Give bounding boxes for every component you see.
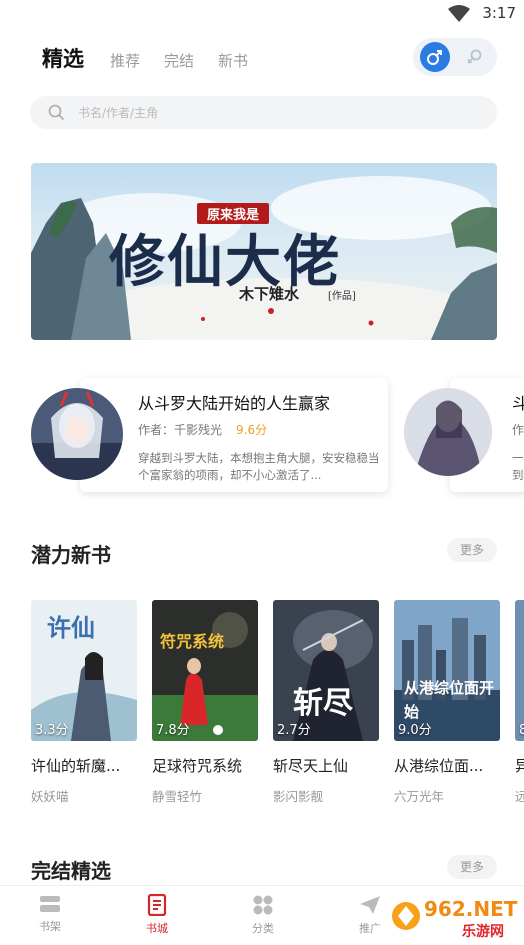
book-name: 许仙的斩魔... [31, 757, 121, 775]
book-card-partial[interactable]: 8 异 远 [515, 600, 524, 805]
section-title-finished: 完结精选 [31, 859, 111, 883]
book-name: 异 [515, 757, 524, 775]
featured-meta: 作者：千影残光 9.6分 [138, 421, 267, 438]
cover-title: 许仙 [47, 613, 95, 642]
featured-cover[interactable] [31, 388, 123, 480]
book-author: 静雪轻竹 [152, 789, 203, 804]
nav-label: 书城 [146, 922, 168, 935]
book-cover[interactable]: 斩尽 2.7分 [273, 600, 379, 741]
book-cover[interactable]: 从港综位面开始 9.0分 [394, 600, 500, 741]
book-author: 影闪影靓 [273, 789, 324, 804]
more-button-finished[interactable]: 更多 [447, 855, 497, 879]
bookshelf-icon [40, 896, 60, 912]
book-author: 六万光年 [394, 789, 445, 804]
watermark-text: 962.NET [424, 897, 518, 921]
category-icon [253, 895, 273, 915]
nav-label: 分类 [252, 922, 274, 935]
search-input[interactable] [78, 96, 478, 129]
search-bar[interactable] [30, 96, 497, 129]
book-rating: 2.7分 [277, 723, 311, 738]
tab-finished[interactable]: 完结 [164, 48, 194, 74]
tab-new[interactable]: 新书 [218, 48, 248, 74]
watermark-logo: 962.NET 乐游网 [388, 892, 522, 942]
book-cover[interactable]: 许仙 3.3分 [31, 600, 137, 741]
book-cover[interactable]: 8 [515, 600, 524, 741]
featured-card[interactable]: 从斗罗大陆开始的人生赢家 作者：千影残光 9.6分 穿越到斗罗大陆，本想抱主角大腿… [80, 378, 388, 492]
wifi-icon [448, 5, 470, 22]
more-button-potential[interactable]: 更多 [447, 538, 497, 562]
cover-title: 斩尽 [293, 686, 353, 721]
nav-category[interactable]: 分类 [233, 894, 293, 936]
featured-cover-next[interactable] [404, 388, 492, 476]
status-bar: 3:17 [0, 0, 524, 28]
book-card[interactable]: 斩尽 2.7分 斩尽天上仙 影闪影靓 [273, 600, 379, 805]
book-name: 斩尽天上仙 [273, 757, 349, 775]
female-icon[interactable] [459, 42, 489, 72]
book-name: 从港综位面... [394, 757, 484, 775]
bookstore-icon [147, 894, 167, 916]
top-tabs: 精选 推荐 完结 新书 [42, 42, 272, 74]
featured-carousel[interactable]: 从斗罗大陆开始的人生赢家 作者：千影残光 9.6分 穿越到斗罗大陆，本想抱主角大腿… [0, 372, 524, 496]
tab-recommend[interactable]: 推荐 [110, 48, 140, 74]
promote-icon [360, 896, 380, 914]
male-icon[interactable] [420, 42, 450, 72]
cover-title: 符咒系统 [160, 632, 225, 651]
banner-title: 修仙大佬 [109, 229, 341, 295]
book-card[interactable]: 从港综位面开始 9.0分 从港综位面... 六万光年 [394, 600, 500, 805]
featured-title: 斗 [512, 394, 524, 413]
featured-desc: 穿越到斗罗大陆，本想抱主角大腿，安安稳稳当个富家翁的项雨，却不小心激活了... [138, 451, 380, 482]
nav-bookshelf[interactable]: 书架 [20, 894, 80, 934]
section-title-potential: 潜力新书 [31, 543, 111, 567]
featured-desc: 一 到 [512, 451, 524, 482]
book-card[interactable]: 符咒系统 7.8分 足球符咒系统 静雪轻竹 [152, 600, 258, 805]
tab-featured[interactable]: 精选 [42, 44, 84, 74]
search-icon [48, 104, 65, 121]
banner-text: 原来我是 修仙大佬 木下雉水 [作品] [31, 163, 497, 340]
book-rating: 7.8分 [156, 723, 190, 738]
nav-label: 书架 [39, 920, 61, 933]
book-rating: 8 [519, 723, 524, 738]
clock: 3:17 [482, 4, 516, 22]
promo-banner[interactable]: 原来我是 修仙大佬 木下雉水 [作品] [31, 163, 497, 340]
book-rating: 3.3分 [35, 723, 69, 738]
featured-score: 9.6分 [236, 423, 268, 437]
book-cover[interactable]: 符咒系统 7.8分 [152, 600, 258, 741]
featured-author: 千影残光 [174, 423, 223, 437]
featured-meta: 作 [512, 423, 524, 437]
cover-title: 从港综位面开始 [404, 679, 495, 721]
watermark-sub: 乐游网 [462, 923, 504, 940]
book-card[interactable]: 许仙 3.3分 许仙的斩魔... 妖妖喵 [31, 600, 137, 805]
banner-author-tag: [作品] [328, 291, 356, 302]
book-rating: 9.0分 [398, 723, 432, 738]
book-name: 足球符咒系统 [152, 757, 243, 775]
author-prefix: 作者： [138, 423, 175, 437]
gender-toggle[interactable] [413, 38, 497, 76]
featured-title: 从斗罗大陆开始的人生赢家 [138, 394, 331, 413]
banner-author: 木下雉水 [239, 285, 300, 303]
book-author: 远 [515, 789, 524, 804]
book-author: 妖妖喵 [31, 789, 69, 804]
nav-bookstore[interactable]: 书城 [127, 894, 187, 936]
